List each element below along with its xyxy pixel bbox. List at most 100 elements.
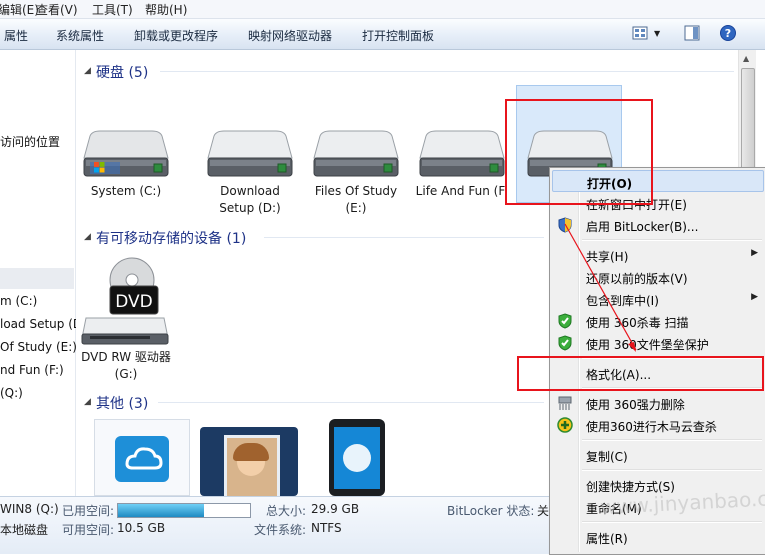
drive-label: Life And Fun (F: [415,184,509,198]
menu-label: 使用360进行木马云查杀 [586,420,717,434]
menu-tools[interactable]: 工具(T) [92,1,133,18]
drive-label: System (C:) [90,184,162,198]
hard-drive-icon [207,130,293,177]
dvd-badge-text: DVD [115,292,153,312]
submenu-arrow-icon: ▶ [751,248,758,258]
360-shield-icon [558,335,572,351]
menu-edit[interactable]: 编辑(E) [0,1,39,18]
status-total-label: 总大小: [266,504,307,518]
menu-label: 复制(C) [586,450,628,464]
drive-label: DVD RW 驱动器 [81,350,171,364]
menu-360-force-delete[interactable]: 使用 360强力删除 [552,392,764,414]
preview-pane-icon[interactable] [684,25,700,41]
hard-drive-icon [313,130,399,177]
drive-dvd[interactable]: DVD DVD RW 驱动器 (G:) [74,256,178,383]
menu-separator [582,239,762,241]
group-divider [158,402,544,403]
view-dropdown-icon[interactable]: ▼ [654,29,660,38]
360-plus-icon [557,417,573,433]
nav-item-drive-q[interactable]: (Q:) [0,386,23,400]
annotation-highlight-drive [505,99,653,205]
menu-help[interactable]: 帮助(H) [145,1,187,18]
menu-view[interactable]: 查看(V) [36,1,78,18]
capacity-bar [117,503,251,518]
shredder-icon [558,396,572,410]
menu-share[interactable]: 共享(H) ▶ [552,244,764,266]
menu-bar: 编辑(E) 查看(V) 工具(T) 帮助(H) [0,0,765,19]
system-properties-button[interactable]: 系统属性 [56,27,104,44]
dvd-drive-icon: DVD [81,257,169,345]
group-header-removable[interactable]: 有可移动存储的设备 (1) [96,228,246,248]
menu-label: 使用 360强力删除 [586,398,685,412]
cloud-icon [115,436,169,482]
hard-drive-icon [419,130,505,177]
status-used-label: 已用空间: [62,504,115,518]
collapse-arrow-icon[interactable]: ◢ [84,66,91,76]
menu-rename[interactable]: 重命名(M) [552,496,764,518]
menu-label: 启用 BitLocker(B)... [586,220,699,234]
menu-label: 包含到库中(I) [586,294,659,308]
status-drive-name: WIN8 (Q:) [0,502,59,516]
drive-label-line2: (E:) [345,201,367,215]
drive-f[interactable]: Life And Fun (F: [410,128,514,200]
scroll-up-icon[interactable]: ▲ [743,54,749,63]
nav-item-drive-f[interactable]: nd Fun (F:) [0,363,64,377]
menu-separator [582,439,762,441]
collapse-arrow-icon[interactable]: ◢ [84,232,91,242]
status-free-value: 10.5 GB [117,521,166,535]
menu-label: 重命名(M) [586,502,642,516]
nav-item-recent-places[interactable]: 访问的位置 [0,133,60,150]
status-fs-label: 文件系统: [254,523,307,537]
menu-label: 还原以前的版本(V) [586,272,688,286]
group-divider [160,71,734,72]
status-bitlocker-value: 关 [537,504,550,518]
menu-label: 共享(H) [586,250,629,264]
drive-c[interactable]: System (C:) [74,128,178,200]
navigation-pane: 访问的位置 m (C:) load Setup (D Of Study (E:)… [0,50,82,496]
uninstall-program-button[interactable]: 卸载或更改程序 [134,27,218,44]
collapse-arrow-icon[interactable]: ◢ [84,397,91,407]
menu-label: 创建快捷方式(S) [586,480,675,494]
phone-screen-icon [334,427,380,489]
properties-button[interactable]: 属性 [4,27,28,44]
photo-frame-icon [224,435,280,502]
command-toolbar: 属性 系统属性 卸载或更改程序 映射网络驱动器 打开控制面板 ▼ ? [0,19,765,50]
other-item-photo-viewer[interactable] [200,427,298,502]
drive-d[interactable]: Download Setup (D:) [198,128,302,217]
map-network-drive-button[interactable]: 映射网络驱动器 [248,27,332,44]
status-bitlocker-label: BitLocker 状态: [447,504,535,518]
hard-drive-windows-icon [83,130,169,177]
menu-include-library[interactable]: 包含到库中(I) ▶ [552,288,764,310]
menu-bitlocker[interactable]: 启用 BitLocker(B)... [552,214,764,236]
group-header-other[interactable]: 其他 (3) [96,393,148,413]
drive-label: Files Of Study [314,184,398,198]
status-drive-type: 本地磁盘 [0,523,49,537]
menu-properties[interactable]: 属性(R) [552,526,764,548]
help-icon[interactable]: ? [720,25,736,41]
svg-text:?: ? [725,27,731,40]
nav-item-drive-c[interactable]: m (C:) [0,294,37,308]
menu-separator [582,521,762,523]
change-view-icon[interactable] [632,25,648,41]
open-control-panel-button[interactable]: 打开控制面板 [362,27,434,44]
drive-label: Download [220,184,280,198]
menu-label: 属性(R) [586,532,628,546]
menu-create-shortcut[interactable]: 创建快捷方式(S) [552,474,764,496]
status-total-value: 29.9 GB [311,502,360,516]
nav-item-drive-d[interactable]: load Setup (D [0,317,82,331]
other-item-phone[interactable] [329,419,385,496]
drive-label-line2: Setup (D:) [219,201,281,215]
menu-360-protect[interactable]: 使用 360文件堡垒保护 [552,332,764,354]
group-header-hard-disks[interactable]: 硬盘 (5) [96,62,148,82]
menu-360-cloud-scan[interactable]: 使用360进行木马云查杀 [552,414,764,436]
menu-copy[interactable]: 复制(C) [552,444,764,466]
menu-restore-versions[interactable]: 还原以前的版本(V) [552,266,764,288]
menu-label: 使用 360文件堡垒保护 [586,338,709,352]
annotation-highlight-format [517,356,764,391]
nav-item-drive-e[interactable]: Of Study (E:) [0,340,77,354]
menu-360-scan[interactable]: 使用 360杀毒 扫描 [552,310,764,332]
drive-e[interactable]: Files Of Study (E:) [304,128,408,217]
other-item-cloud[interactable] [94,419,190,496]
drive-label-line2: (G:) [114,367,138,381]
submenu-arrow-icon: ▶ [751,292,758,302]
